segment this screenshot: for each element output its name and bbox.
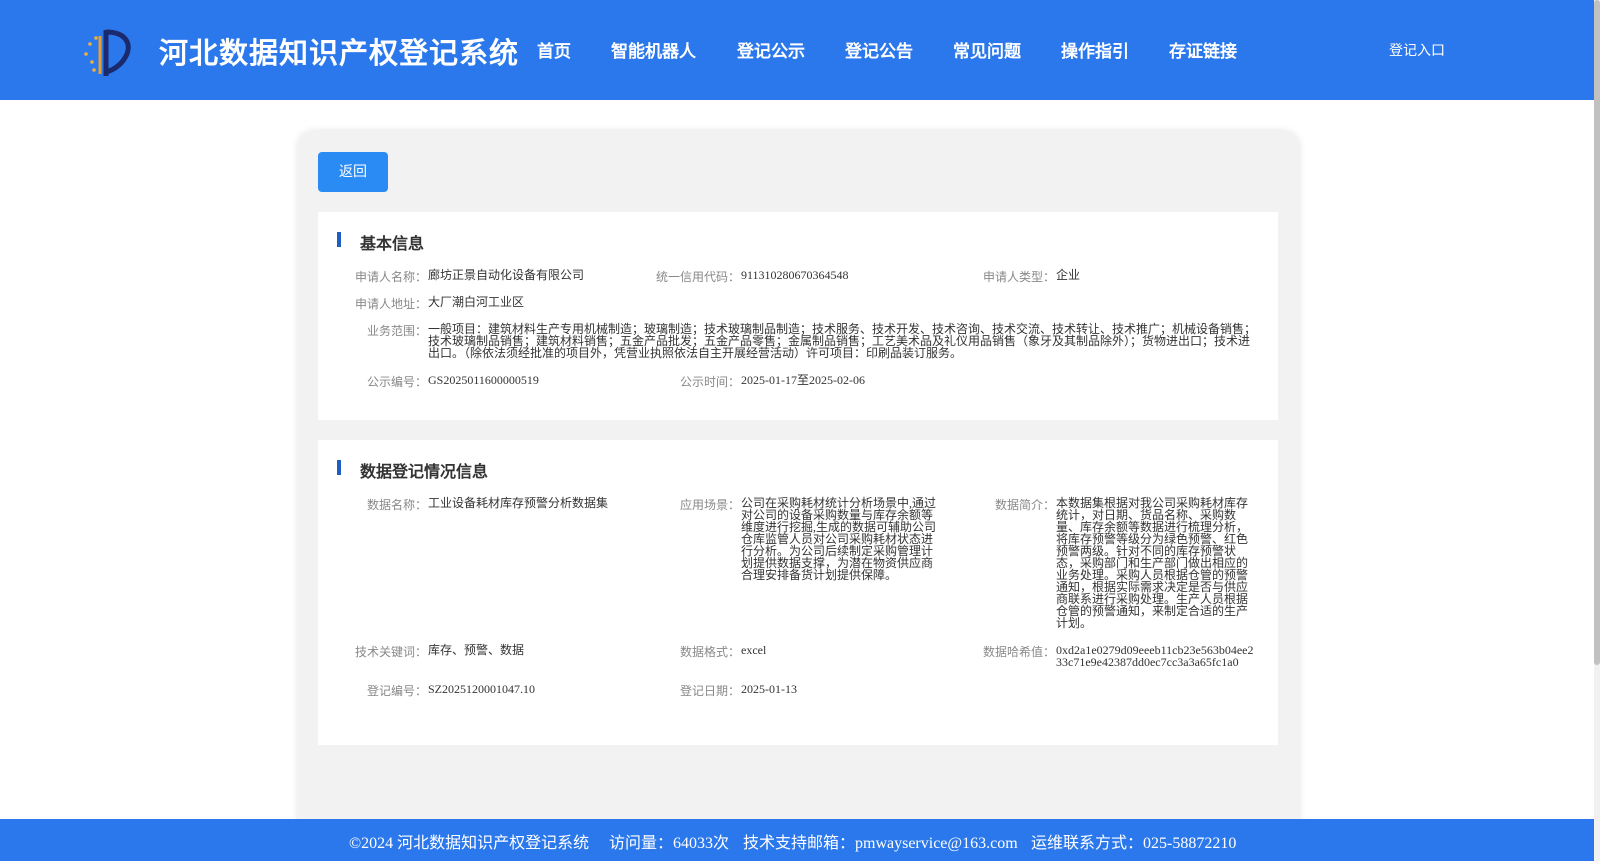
footer-email: 技术支持邮箱：pmwayservice@163.com xyxy=(743,835,1018,852)
summary-value: 本数据集根据对我公司采购耗材库存统计，对日期、货品名称、采购数量、库存余额等数据… xyxy=(1056,496,1249,630)
nav-registration-notice[interactable]: 登记公示 xyxy=(737,37,805,62)
scenario-value: 公司在采购耗材统计分析场景中,通过对公司的设备采购数量与库存余额等维度进行挖掘,… xyxy=(741,496,937,582)
nav-smart-robot[interactable]: 智能机器人 xyxy=(611,37,696,62)
applicant-name-label: 申请人名称： xyxy=(354,270,427,284)
nav-faq[interactable]: 常见问题 xyxy=(953,37,1021,62)
data-hash-label: 数据哈希值： xyxy=(982,645,1055,659)
nav-evidence-link[interactable]: 存证链接 xyxy=(1169,37,1237,62)
business-scope-value: 一般项目：建筑材料生产专用机械制造；玻璃制造；技术玻璃制品制造；技术服务、技术开… xyxy=(428,322,1257,360)
credit-code-label: 统一信用代码： xyxy=(655,270,740,284)
section-marker xyxy=(337,232,341,247)
data-name-label: 数据名称： xyxy=(366,498,427,512)
login-link[interactable]: 登记入口 xyxy=(1389,40,1445,60)
data-format-label: 数据格式： xyxy=(679,645,740,659)
data-hash-value: 0xd2a1e0279d09eeeb11cb23e563b04ee233c71e… xyxy=(1056,643,1254,669)
nav-guide[interactable]: 操作指引 xyxy=(1061,37,1129,62)
summary-label: 数据简介： xyxy=(994,498,1055,512)
credit-code-value: 911310280670364548 xyxy=(741,268,849,282)
scrollbar-thumb[interactable] xyxy=(1594,0,1600,665)
registration-date-label: 登记日期： xyxy=(679,684,740,698)
footer-phone: 运维联系方式：025-58872210 xyxy=(1031,835,1237,852)
nav-registration-announcement[interactable]: 登记公告 xyxy=(845,37,913,62)
address-value: 大厂潮白河工业区 xyxy=(428,295,525,309)
notice-time-value: 2025-01-17至2025-02-06 xyxy=(741,373,865,387)
basic-info-panel xyxy=(318,212,1278,420)
notice-time-label: 公示时间： xyxy=(679,375,740,389)
applicant-type-value: 企业 xyxy=(1056,268,1081,282)
applicant-name-value: 廊坊正景自动化设备有限公司 xyxy=(428,268,585,282)
basic-info-title: 基本信息 xyxy=(360,234,425,253)
keywords-value: 库存、预警、数据 xyxy=(428,643,525,657)
business-scope-label: 业务范围： xyxy=(366,324,427,338)
keywords-label: 技术关键词： xyxy=(354,645,427,659)
data-format-value: excel xyxy=(741,643,767,657)
nav-home[interactable]: 首页 xyxy=(537,37,571,62)
scenario-label: 应用场景： xyxy=(679,498,740,512)
footer-visits: 访问量：64033次 xyxy=(609,835,730,852)
data-name-value: 工业设备耗材库存预警分析数据集 xyxy=(428,496,609,510)
footer-copyright: ©2024 河北数据知识产权登记系统 xyxy=(349,835,590,852)
applicant-type-label: 申请人类型： xyxy=(982,270,1055,284)
notice-no-value: GS2025011600000519 xyxy=(428,373,539,387)
emblem-logo-icon[interactable] xyxy=(80,24,136,80)
registration-no-label: 登记编号： xyxy=(366,684,427,698)
registration-no-value: SZ2025120001047.10 xyxy=(428,682,536,696)
notice-no-label: 公示编号： xyxy=(366,375,427,389)
back-button[interactable]: 返回 xyxy=(318,152,388,192)
registration-info-title: 数据登记情况信息 xyxy=(360,462,489,481)
section-marker xyxy=(337,460,341,475)
address-label: 申请人地址： xyxy=(354,297,427,311)
site-title: 河北数据知识产权登记系统 xyxy=(159,36,520,70)
registration-date-value: 2025-01-13 xyxy=(741,682,797,696)
